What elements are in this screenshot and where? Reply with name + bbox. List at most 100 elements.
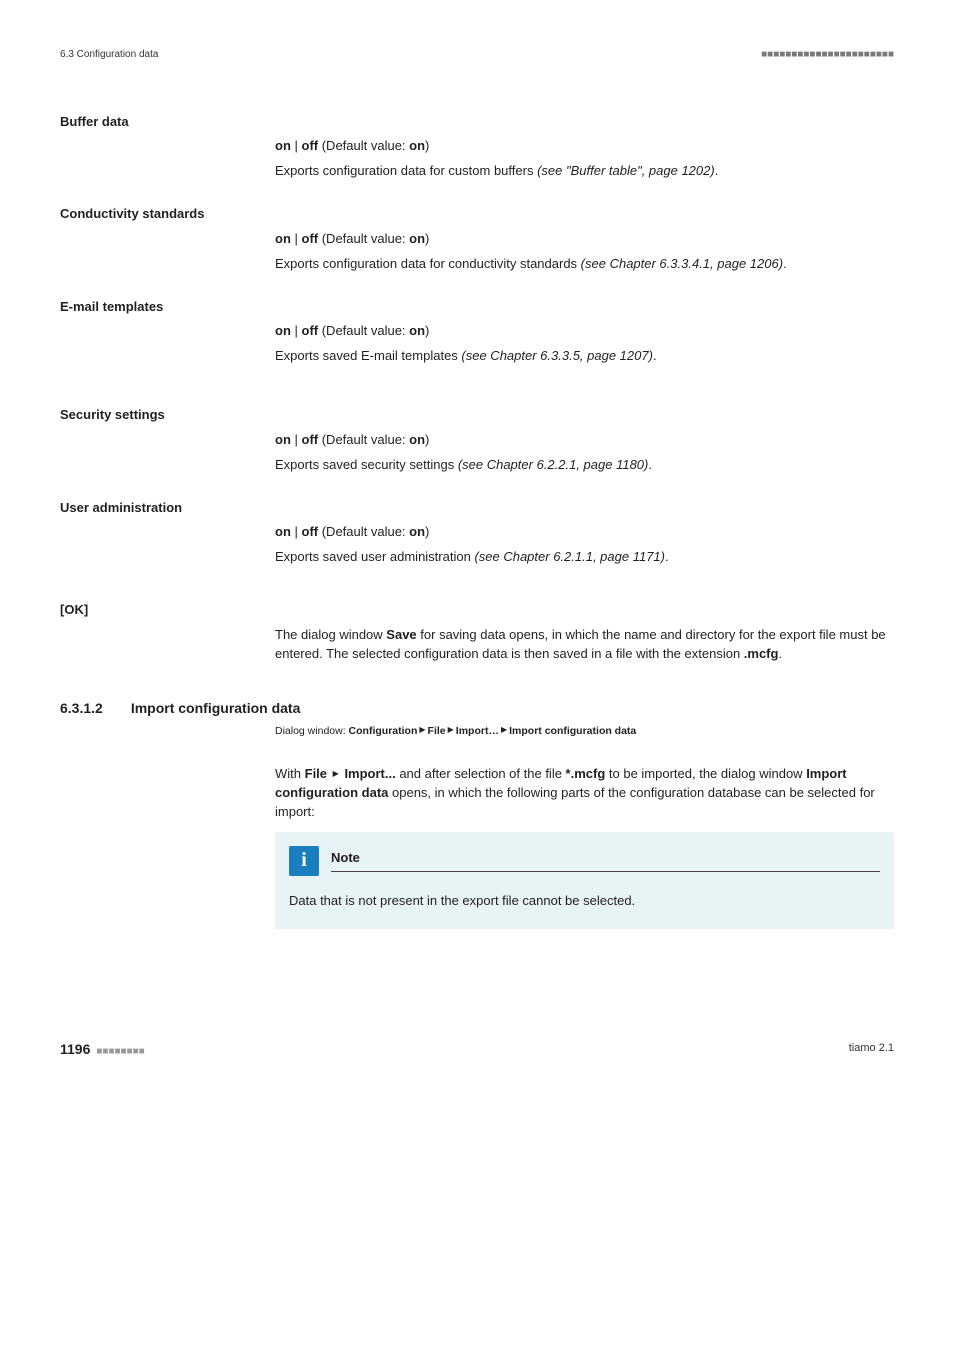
note-label: Note [331,849,880,872]
chevron-right-icon: ▶ [501,724,507,736]
default-label: (Default value: [318,524,409,539]
toggle-sep: | [291,432,302,447]
footer-ticks: ■■■■■■■■ [96,1046,144,1057]
header-section: 6.3 Configuration data [60,48,158,63]
desc-conductivity: Exports configuration data for conductiv… [275,255,894,274]
txt-bold: Save [386,627,416,642]
desc-useradmin: Exports saved user administration (see C… [275,548,894,567]
toggle-buffer: on | off (Default value: on) [275,137,894,156]
path-part: Configuration [349,725,418,737]
default-value: on [409,432,425,447]
txt: The dialog window [275,627,386,642]
label-conductivity: Conductivity standards [60,205,894,224]
desc-ok: The dialog window Save for saving data o… [275,626,894,664]
desc-ref: (see Chapter 6.3.3.5, page 1207) [461,348,653,363]
default-label: (Default value: [318,138,409,153]
txt: With [275,766,305,781]
toggle-sep: | [291,323,302,338]
txt-bold: *.mcfg [566,766,606,781]
subsection-paragraph: With File ▶ Import... and after selectio… [275,765,894,822]
toggle-on: on [275,432,291,447]
desc-buffer: Exports configuration data for custom bu… [275,162,894,181]
chevron-right-icon: ▶ [419,724,425,736]
toggle-sep: | [291,231,302,246]
dialog-path: Dialog window: Configuration▶File▶Import… [275,724,894,739]
desc-end: . [653,348,657,363]
desc-email: Exports saved E-mail templates (see Chap… [275,347,894,366]
toggle-conductivity: on | off (Default value: on) [275,230,894,249]
default-value: on [409,323,425,338]
subsection-number: 6.3.1.2 [60,698,103,718]
note-header: i Note [289,846,880,876]
default-close: ) [425,524,429,539]
desc-text: Exports saved security settings [275,457,458,472]
desc-ref: (see Chapter 6.2.2.1, page 1180) [458,457,649,472]
footer-product: tiamo 2.1 [849,1041,894,1057]
desc-end: . [648,457,652,472]
desc-ref: (see Chapter 6.2.1.1, page 1171) [474,549,665,564]
default-close: ) [425,323,429,338]
desc-text: Exports saved user administration [275,549,474,564]
txt: to be imported, the dialog window [605,766,806,781]
txt [327,766,331,781]
default-value: on [409,524,425,539]
note-box: i Note Data that is not present in the e… [275,832,894,929]
toggle-on: on [275,524,291,539]
note-body: Data that is not present in the export f… [289,892,880,911]
toggle-on: on [275,138,291,153]
default-label: (Default value: [318,432,409,447]
path-part: File [428,725,446,737]
desc-security: Exports saved security settings (see Cha… [275,456,894,475]
default-label: (Default value: [318,323,409,338]
default-close: ) [425,138,429,153]
desc-end: . [783,256,787,271]
toggle-useradmin: on | off (Default value: on) [275,523,894,542]
desc-ref: (see Chapter 6.3.3.4.1, page 1206) [581,256,783,271]
default-value: on [409,138,425,153]
header-ticks: ■■■■■■■■■■■■■■■■■■■■■■ [761,48,894,63]
toggle-sep: | [291,138,302,153]
label-security: Security settings [60,406,894,425]
toggle-email: on | off (Default value: on) [275,322,894,341]
info-icon: i [289,846,319,876]
desc-end: . [715,163,719,178]
toggle-off: off [302,138,319,153]
label-email: E-mail templates [60,298,894,317]
toggle-on: on [275,323,291,338]
desc-end: . [665,549,669,564]
page-header: 6.3 Configuration data ■■■■■■■■■■■■■■■■■… [60,48,894,63]
desc-text: Exports configuration data for custom bu… [275,163,537,178]
default-label: (Default value: [318,231,409,246]
desc-text: Exports configuration data for conductiv… [275,256,581,271]
label-ok: [OK] [60,601,894,620]
default-close: ) [425,432,429,447]
footer-left: 1196 ■■■■■■■■ [60,1039,145,1060]
toggle-off: off [302,432,319,447]
toggle-off: off [302,231,319,246]
toggle-security: on | off (Default value: on) [275,431,894,450]
subsection-heading: 6.3.1.2 Import configuration data [60,698,894,718]
toggle-off: off [302,323,319,338]
chevron-right-icon: ▶ [333,768,339,780]
txt-bold: Import... [344,766,395,781]
subsection-title: Import configuration data [131,698,301,718]
note-label-wrap: Note [331,849,880,872]
toggle-on: on [275,231,291,246]
default-close: ) [425,231,429,246]
toggle-sep: | [291,524,302,539]
page-footer: 1196 ■■■■■■■■ tiamo 2.1 [60,1039,894,1060]
page-number: 1196 [60,1041,90,1057]
txt: . [778,646,782,661]
chevron-right-icon: ▶ [448,724,454,736]
txt-bold: .mcfg [744,646,779,661]
path-part: Import configuration data [509,725,636,737]
path-label: Dialog window: [275,725,349,737]
path-part: Import… [456,725,499,737]
toggle-off: off [302,524,319,539]
desc-ref: (see "Buffer table", page 1202) [537,163,715,178]
txt: and after selection of the file [396,766,566,781]
label-buffer-data: Buffer data [60,113,894,132]
label-useradmin: User administration [60,499,894,518]
txt-bold: File [305,766,327,781]
desc-text: Exports saved E-mail templates [275,348,461,363]
